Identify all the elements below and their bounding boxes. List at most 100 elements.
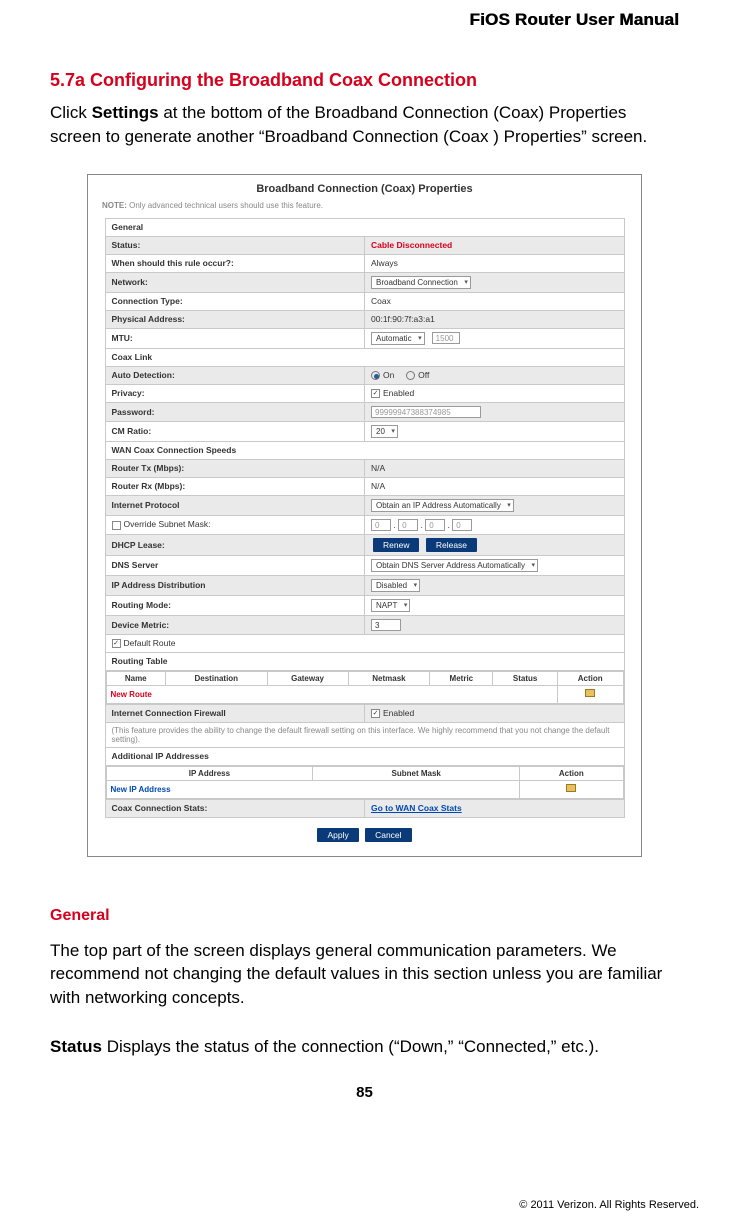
autodet-label: Auto Detection: — [105, 366, 365, 384]
ipdist-dropdown[interactable]: Disabled — [371, 579, 420, 592]
metric-input[interactable]: 3 — [371, 619, 401, 631]
network-dropdown[interactable]: Broadband Connection — [371, 276, 471, 289]
rule-value: Always — [365, 254, 625, 272]
fw-label: Internet Connection Firewall — [105, 704, 365, 722]
fw-text: Enabled — [383, 708, 414, 718]
screenshot-note: NOTE: Only advanced technical users shou… — [88, 201, 641, 218]
status-desc: Displays the status of the connection (“… — [102, 1037, 599, 1056]
oct3-input[interactable]: 0 — [425, 519, 445, 531]
ip-dropdown[interactable]: Obtain an IP Address Automatically — [371, 499, 514, 512]
routing-dropdown[interactable]: NAPT — [371, 599, 410, 612]
cancel-button[interactable]: Cancel — [365, 828, 411, 842]
new-ip-link[interactable]: New IP Address — [106, 780, 520, 798]
status-paragraph: Status Displays the status of the connec… — [50, 1035, 679, 1059]
note-text: Only advanced technical users should use… — [129, 201, 323, 210]
stats-label: Coax Connection Stats: — [105, 799, 365, 817]
addip-header: Additional IP Addresses — [105, 747, 624, 765]
addip-col-ip: IP Address — [106, 766, 313, 780]
override-cell: Override Subnet Mask: — [105, 515, 365, 534]
autodet-on-text: On — [383, 370, 394, 380]
mtu-input[interactable]: 1500 — [432, 332, 460, 344]
fw-checkbox[interactable]: ✓ — [371, 709, 380, 718]
addip-table: IP Address Subnet Mask Action New IP Add… — [106, 766, 624, 799]
mtu-label: MTU: — [105, 328, 365, 348]
conntype-label: Connection Type: — [105, 292, 365, 310]
intro-paragraph: Click Settings at the bottom of the Broa… — [50, 101, 679, 149]
privacy-label: Privacy: — [105, 384, 365, 402]
rt-col-status: Status — [493, 671, 558, 685]
rx-label: Router Rx (Mbps): — [105, 477, 365, 495]
override-label: Override Subnet Mask: — [124, 519, 211, 529]
password-label: Password: — [105, 402, 365, 421]
override-octets: 0 . 0 . 0 . 0 — [365, 515, 625, 534]
override-checkbox[interactable] — [112, 521, 121, 530]
oct2-input[interactable]: 0 — [398, 519, 418, 531]
add-ip-icon[interactable] — [566, 784, 576, 792]
default-route-label: Default Route — [124, 638, 176, 648]
general-subheading: General — [50, 907, 679, 925]
cmratio-label: CM Ratio: — [105, 421, 365, 441]
new-route-link[interactable]: New Route — [106, 685, 557, 703]
fw-note: (This feature provides the ability to ch… — [105, 722, 624, 747]
autodet-off-text: Off — [418, 370, 429, 380]
conntype-value: Coax — [365, 292, 625, 310]
rx-value: N/A — [365, 477, 625, 495]
addip-col-action: Action — [520, 766, 623, 780]
autodet-off-radio[interactable] — [406, 371, 415, 380]
add-route-icon[interactable] — [585, 689, 595, 697]
mtu-dropdown[interactable]: Automatic — [371, 332, 425, 345]
general-header: General — [105, 218, 624, 236]
rt-col-metric: Metric — [430, 671, 493, 685]
dns-dropdown[interactable]: Obtain DNS Server Address Automatically — [371, 559, 538, 572]
stats-link[interactable]: Go to WAN Coax Stats — [371, 803, 462, 813]
routing-table: Name Destination Gateway Netmask Metric … — [106, 671, 624, 704]
phys-label: Physical Address: — [105, 310, 365, 328]
button-row: Apply Cancel — [88, 828, 641, 842]
addip-col-mask: Subnet Mask — [313, 766, 520, 780]
tx-value: N/A — [365, 459, 625, 477]
privacy-text: Enabled — [383, 388, 414, 398]
status-label: Status: — [105, 236, 365, 254]
status-value: Cable Disconnected — [371, 240, 452, 250]
phys-value: 00:1f:90:7f:a3:a1 — [365, 310, 625, 328]
embedded-screenshot: Broadband Connection (Coax) Properties N… — [87, 174, 642, 857]
release-button[interactable]: Release — [426, 538, 477, 552]
oct4-input[interactable]: 0 — [452, 519, 472, 531]
privacy-checkbox[interactable]: ✓ — [371, 389, 380, 398]
copyright: © 2011 Verizon. All Rights Reserved. — [519, 1199, 699, 1211]
section-heading: 5.7a Configuring the Broadband Coax Conn… — [50, 70, 679, 91]
oct1-input[interactable]: 0 — [371, 519, 391, 531]
default-route-checkbox[interactable]: ✓ — [112, 639, 121, 648]
metric-label: Device Metric: — [105, 615, 365, 634]
coaxlink-header: Coax Link — [105, 348, 624, 366]
rule-label: When should this rule occur?: — [105, 254, 365, 272]
note-prefix: NOTE: — [102, 201, 129, 210]
password-input[interactable]: 99999947388374985 — [371, 406, 481, 418]
rt-col-action: Action — [557, 671, 623, 685]
network-label: Network: — [105, 272, 365, 292]
renew-button[interactable]: Renew — [373, 538, 419, 552]
ip-label: Internet Protocol — [105, 495, 365, 515]
rt-col-name: Name — [106, 671, 166, 685]
rt-col-mask: Netmask — [348, 671, 430, 685]
cmratio-dropdown[interactable]: 20 — [371, 425, 398, 438]
routing-table-header: Routing Table — [105, 652, 624, 670]
status-term: Status — [50, 1037, 102, 1056]
autodet-on-radio[interactable] — [371, 371, 380, 380]
apply-button[interactable]: Apply — [317, 828, 358, 842]
ipdist-label: IP Address Distribution — [105, 575, 365, 595]
tx-label: Router Tx (Mbps): — [105, 459, 365, 477]
intro-prefix: Click — [50, 103, 92, 122]
routing-label: Routing Mode: — [105, 595, 365, 615]
general-paragraph: The top part of the screen displays gene… — [50, 939, 679, 1010]
rt-col-dest: Destination — [166, 671, 268, 685]
dns-label: DNS Server — [105, 555, 365, 575]
dhcp-label: DHCP Lease: — [105, 534, 365, 555]
wanspeeds-header: WAN Coax Connection Speeds — [105, 441, 624, 459]
intro-settings-word: Settings — [92, 103, 159, 122]
manual-header: FiOS Router User Manual — [50, 0, 679, 70]
properties-table: General Status: Cable Disconnected When … — [105, 218, 625, 818]
rt-col-gw: Gateway — [267, 671, 348, 685]
page-number: 85 — [50, 1084, 679, 1101]
screenshot-title: Broadband Connection (Coax) Properties — [88, 183, 641, 195]
